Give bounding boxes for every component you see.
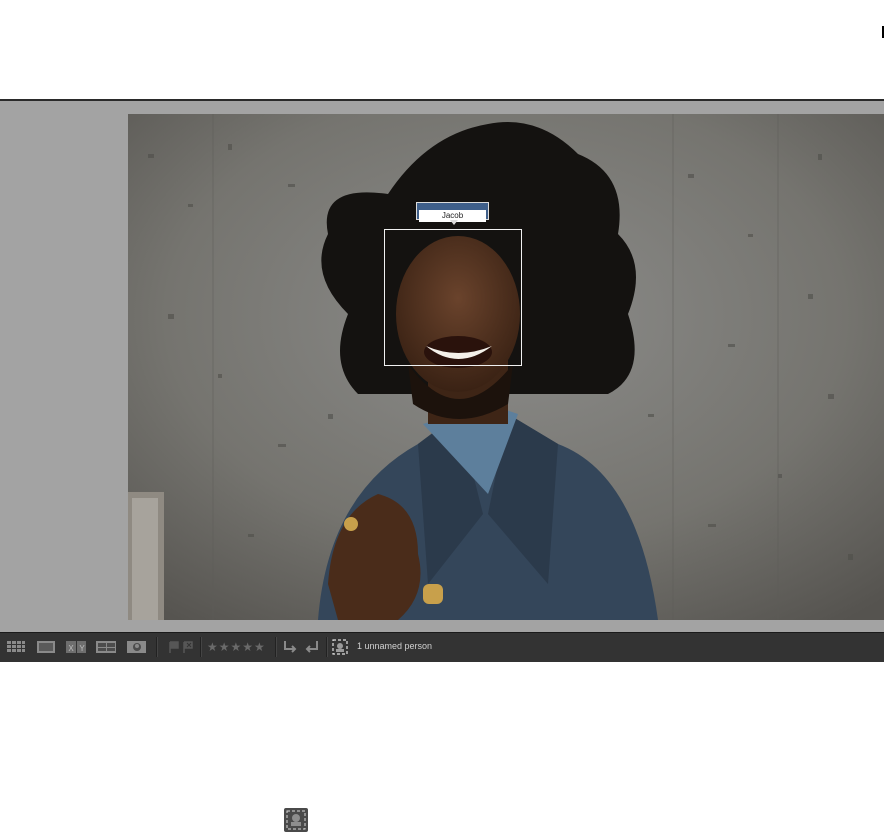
bottom-toolbar: X Y ★★★★★ 1 unnamed person <box>0 632 884 662</box>
people-view-icon[interactable] <box>126 639 146 655</box>
face-region-box[interactable] <box>384 229 522 366</box>
window-edge-marker <box>882 26 884 38</box>
loupe-view-icon[interactable] <box>36 639 56 655</box>
flag-reject-icon[interactable] <box>178 639 198 655</box>
loupe-photo[interactable] <box>128 114 884 620</box>
toolbar-separator <box>275 637 277 657</box>
toolbar-separator <box>326 637 328 657</box>
face-region-icon[interactable] <box>330 639 350 655</box>
portrait-photo <box>128 114 884 620</box>
compare-view-icon[interactable]: X Y <box>66 639 86 655</box>
face-region-icon <box>284 808 308 832</box>
name-tag-pointer <box>450 220 458 225</box>
grid-view-icon[interactable] <box>6 639 26 655</box>
star-rating[interactable]: ★★★★★ <box>207 640 266 654</box>
svg-text:X: X <box>68 644 74 653</box>
survey-view-icon[interactable] <box>96 639 116 655</box>
face-name-tag[interactable] <box>416 202 489 222</box>
rotate-left-icon[interactable] <box>280 639 300 655</box>
lightroom-library-window: X Y ★★★★★ 1 unnamed person <box>0 99 884 662</box>
people-status-label: 1 unnamed person <box>357 641 433 651</box>
svg-text:Y: Y <box>79 644 85 653</box>
toolbar-separator <box>200 637 202 657</box>
toolbar-separator <box>156 637 158 657</box>
rotate-right-icon[interactable] <box>302 639 322 655</box>
